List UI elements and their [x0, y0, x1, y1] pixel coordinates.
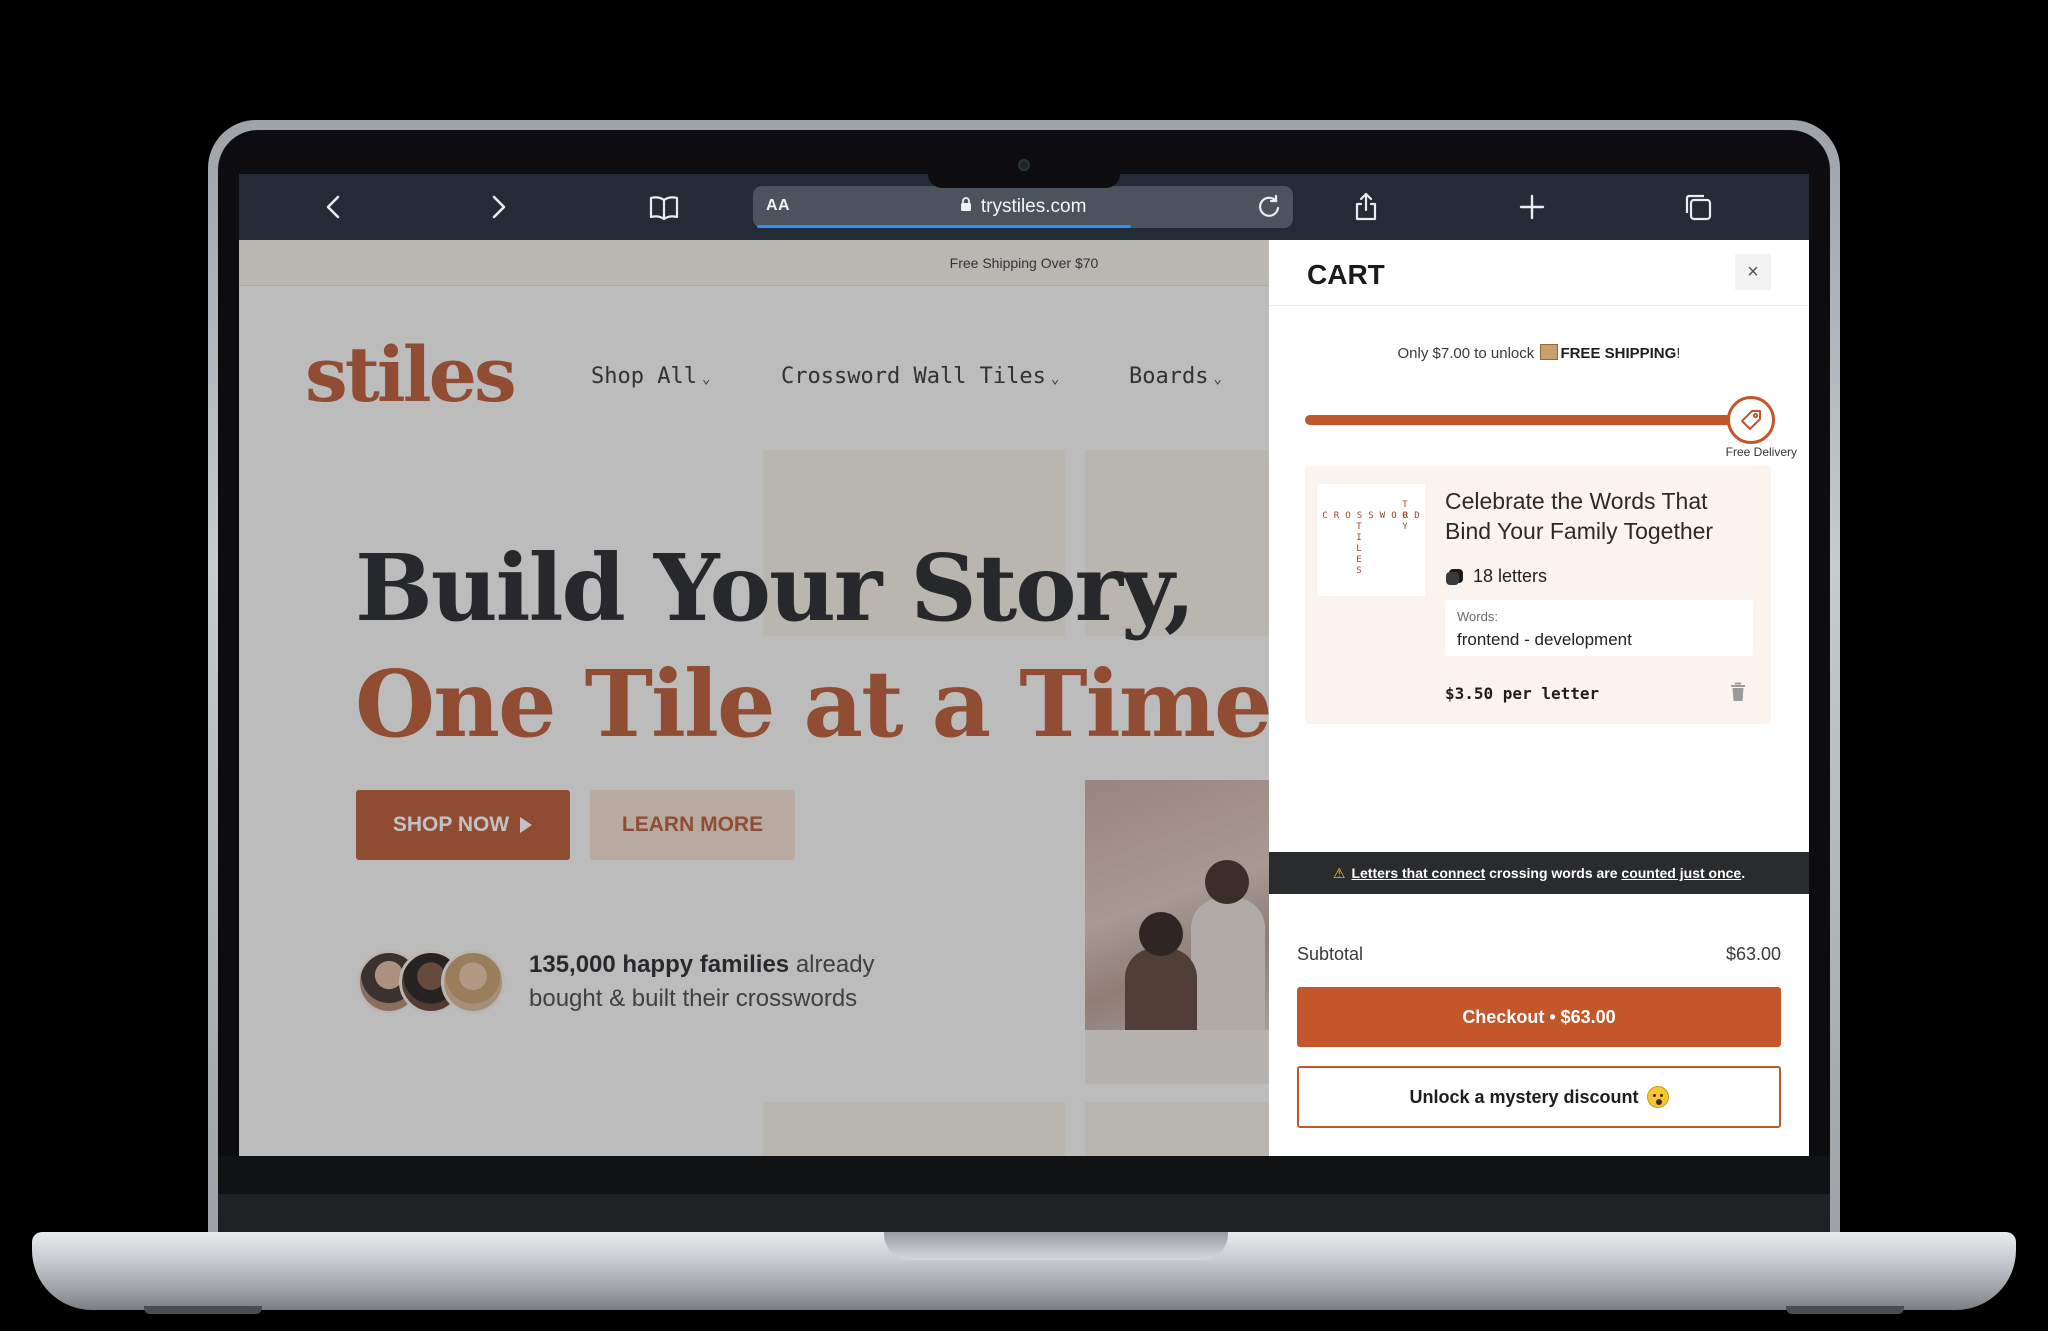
thumb-letter: O — [1391, 511, 1396, 521]
item-price: $3.50 per letter — [1445, 684, 1600, 703]
cart-header: CART × — [1269, 240, 1809, 306]
package-icon — [1540, 344, 1559, 360]
new-tab-icon[interactable] — [1513, 188, 1551, 226]
trash-icon[interactable] — [1729, 682, 1747, 702]
words-label: Words: — [1457, 609, 1498, 624]
laptop-base — [32, 1232, 2016, 1310]
laptop-foot — [1786, 1306, 1904, 1314]
share-icon[interactable] — [1347, 188, 1385, 226]
notice-text: crossing words are — [1485, 865, 1622, 881]
forward-icon[interactable] — [479, 188, 517, 226]
notice-link[interactable]: counted just once — [1621, 865, 1741, 881]
mystery-discount-button[interactable]: Unlock a mystery discount — [1297, 1066, 1781, 1128]
trackpad-notch — [884, 1232, 1228, 1260]
progress-fill — [1305, 415, 1732, 425]
thumb-letter: S — [1368, 511, 1373, 521]
cart-drawer: CART × Only $7.00 to unlock FREE SHIPPIN… — [1269, 240, 1809, 1156]
address-bar[interactable]: AA trystiles.com — [753, 186, 1293, 228]
tiles-icon — [1446, 568, 1463, 585]
subtotal-label: Subtotal — [1297, 944, 1364, 964]
thumb-letter: C — [1322, 511, 1327, 521]
close-icon[interactable]: × — [1735, 254, 1771, 290]
thumb-letter: O — [1345, 511, 1350, 521]
crossing-letters-notice: ⚠ Letters that connect crossing words are… — [1269, 852, 1809, 894]
product-thumbnail[interactable]: CROSSWORDTILESTOY — [1317, 484, 1425, 596]
back-icon[interactable] — [315, 188, 353, 226]
thumb-letter: T — [1402, 500, 1408, 510]
ship-prefix: Only $7.00 to unlock — [1397, 345, 1539, 362]
thumb-letter: Y — [1402, 522, 1408, 532]
url-text: trystiles.com — [980, 196, 1087, 217]
thumb-letter: S — [1357, 511, 1362, 521]
notice-link[interactable]: Letters that connect — [1351, 865, 1485, 881]
screen-bottom-bezel — [218, 1156, 1830, 1238]
thumb-letter: L — [1356, 544, 1361, 554]
thumb-letter: D — [1414, 511, 1419, 521]
letters-count: 18 letters — [1473, 566, 1548, 586]
item-title[interactable]: Celebrate the Words That Bind Your Famil… — [1445, 486, 1755, 546]
free-shipping-message: Only $7.00 to unlock FREE SHIPPING! — [1269, 344, 1809, 362]
bookmarks-icon[interactable] — [645, 188, 683, 226]
ship-suffix: ! — [1676, 345, 1681, 362]
hushed-face-icon — [1646, 1086, 1669, 1108]
button-label: Unlock a mystery discount — [1409, 1086, 1639, 1107]
thumb-letter: S — [1356, 566, 1361, 576]
thumb-letter: I — [1356, 533, 1361, 543]
words-field: Words: frontend - development — [1445, 600, 1753, 656]
reload-icon[interactable] — [1255, 193, 1283, 221]
warning-icon: ⚠ — [1332, 865, 1346, 881]
thumb-letter: R — [1334, 511, 1340, 521]
laptop-foot — [144, 1306, 262, 1314]
subtotal-value: $63.00 — [1725, 944, 1781, 964]
cart-item: CROSSWORDTILESTOY Celebrate the Words Th… — [1305, 466, 1771, 724]
tabs-icon[interactable] — [1679, 188, 1717, 226]
camera-notch — [928, 144, 1120, 188]
item-letters: 18 letters — [1445, 566, 1547, 587]
thumb-letter: T — [1356, 522, 1362, 532]
shipping-progress-bar — [1305, 415, 1745, 425]
website: Free Shipping Over $70 stiles Shop All ⌄ … — [239, 240, 1809, 1156]
words-value: frontend - development — [1457, 630, 1632, 649]
camera-icon — [1018, 159, 1030, 171]
lock-icon — [960, 197, 971, 211]
screen: AA trystiles.com Free Shipping Over $70 … — [239, 174, 1809, 1156]
thumb-letter: E — [1356, 555, 1361, 565]
tag-icon — [1727, 396, 1775, 444]
free-delivery-label: Free Delivery — [1725, 445, 1797, 459]
cart-title: CART — [1307, 259, 1385, 290]
thumb-letter: O — [1402, 511, 1407, 521]
notice-end: . — [1741, 865, 1746, 881]
ship-bold: FREE SHIPPING — [1560, 345, 1677, 362]
page-load-progress — [757, 225, 1131, 228]
overlay-dimmer[interactable] — [239, 240, 1269, 1156]
thumb-letter: W — [1380, 511, 1386, 521]
checkout-button[interactable]: Checkout • $63.00 — [1297, 987, 1781, 1047]
